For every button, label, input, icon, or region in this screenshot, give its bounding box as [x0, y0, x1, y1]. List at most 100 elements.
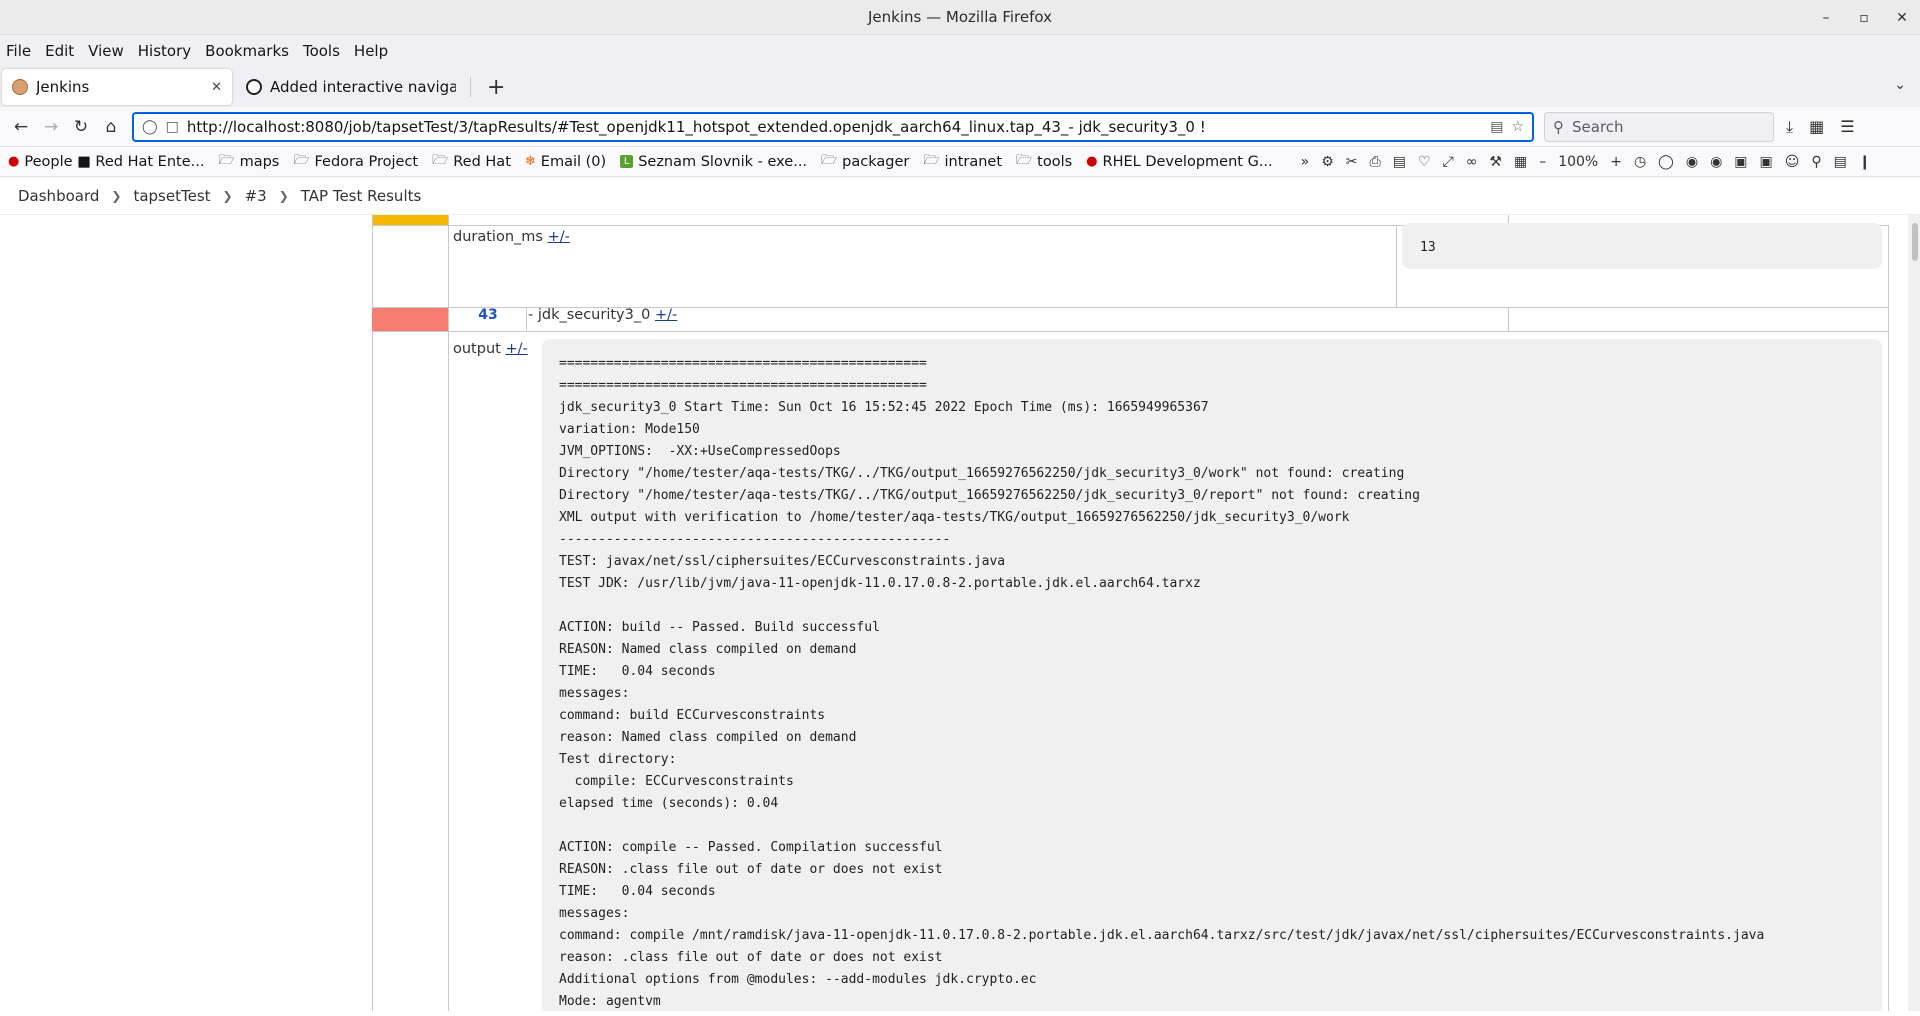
more-bookmarks-chevron-icon[interactable]: » [1301, 154, 1310, 170]
bookmark-redhat[interactable]: 🗁 Red Hat [432, 151, 511, 173]
output-line: TIME: 0.04 seconds [559, 884, 716, 899]
search-bar[interactable]: ⚲ Search [1544, 111, 1774, 142]
library-icon[interactable]: ❙ [1859, 154, 1871, 170]
zoom-level[interactable]: 100% [1558, 154, 1598, 170]
duration-toggle[interactable]: +/- [548, 229, 570, 245]
minimize-icon[interactable]: – [1818, 10, 1834, 26]
ublock-icon[interactable]: ◯ [1658, 154, 1674, 170]
fullscreen-icon[interactable]: ⤢ [1443, 154, 1454, 170]
shield-icon[interactable]: ◯ [142, 119, 158, 135]
bookmark-star-icon[interactable]: ☆ [1511, 119, 1524, 135]
status-warn-bar [372, 215, 448, 225]
col-divider [1888, 225, 1889, 1011]
output-line: jdk_security3_0 Start Time: Sun Oct 16 1… [559, 400, 1209, 415]
test-number[interactable]: 43 [450, 307, 526, 323]
list-all-tabs-icon[interactable]: ⌄ [1894, 77, 1906, 93]
bookmark-email[interactable]: ❄ Email (0) [525, 154, 606, 170]
sidebar-icon[interactable]: ▤ [1393, 154, 1406, 170]
col-divider [372, 215, 373, 1011]
bookmarks-toolbar: ● People ■ Red Hat Ente... 🗁 maps 🗁 Fedora … [0, 147, 1920, 177]
test-toggle[interactable]: +/- [655, 307, 677, 323]
bookmark-packager[interactable]: 🗁 packager [821, 151, 909, 173]
reader-view-icon[interactable]: ▤ [1490, 119, 1503, 135]
maximize-icon[interactable]: ▫ [1856, 10, 1872, 26]
test-name-label: - jdk_security3_0 +/- [528, 307, 678, 323]
url-bar[interactable]: ◯ □ http://localhost:8080/job/tapsetTest… [132, 111, 1534, 142]
menu-tools[interactable]: Tools [303, 42, 340, 60]
cookie-icon[interactable]: ▣ [1760, 154, 1773, 170]
menu-view[interactable]: View [88, 42, 124, 60]
new-tab-plus-icon[interactable]: + [475, 75, 517, 100]
zoom-in-icon[interactable]: + [1610, 154, 1622, 170]
row-divider [372, 331, 1888, 332]
reload-icon[interactable]: ↻ [66, 117, 96, 137]
tab-label: Added interactive navigati [270, 78, 456, 96]
menu-file[interactable]: File [6, 42, 31, 60]
url-text[interactable]: http://localhost:8080/job/tapsetTest/3/t… [187, 118, 1482, 136]
search-placeholder: Search [1572, 117, 1624, 136]
menu-history[interactable]: History [138, 42, 191, 60]
page-scrollbar[interactable] [1908, 215, 1920, 1011]
breadcrumb-build[interactable]: #3 [245, 187, 267, 205]
window-titlebar: Jenkins — Mozilla Firefox – ▫ ✕ [0, 0, 1920, 35]
print-icon[interactable]: ⎙ [1370, 154, 1381, 170]
history-icon[interactable]: ◷ [1634, 154, 1646, 170]
output-line: ACTION: build -- Passed. Build successfu… [559, 620, 880, 635]
chevron-right-icon: ❯ [111, 188, 122, 203]
menu-help[interactable]: Help [354, 42, 388, 60]
col-divider [1396, 225, 1397, 307]
output-line: command: build ECCurvesconstraints [559, 708, 826, 723]
tab-divider [470, 77, 471, 97]
save-icon[interactable]: ▣ [1734, 154, 1747, 170]
home-icon[interactable]: ⌂ [96, 117, 126, 137]
window-controls: – ▫ ✕ [1818, 0, 1910, 35]
close-window-icon[interactable]: ✕ [1894, 10, 1910, 26]
chevron-right-icon: ❯ [278, 188, 289, 203]
breadcrumb-dashboard[interactable]: Dashboard [18, 187, 99, 205]
downloads-icon[interactable]: ⤓ [1786, 117, 1793, 137]
find-icon[interactable]: ⚲ [1811, 154, 1821, 170]
account-icon[interactable]: ☺ [1785, 154, 1800, 170]
output-line: reason: Named class compiled on demand [559, 730, 857, 745]
menu-bookmarks[interactable]: Bookmarks [205, 42, 289, 60]
output-line: ACTION: compile -- Passed. Compilation s… [559, 840, 943, 855]
bookmark-rhel[interactable]: ● RHEL Development G... [1086, 154, 1272, 170]
output-text-box[interactable]: ========================================… [542, 339, 1882, 1011]
output-line: Directory "/home/tester/aqa-tests/TKG/..… [559, 488, 1420, 503]
tab-github[interactable]: Added interactive navigati [236, 69, 466, 105]
bookmark-maps[interactable]: 🗁 maps [218, 151, 279, 173]
puzzle-icon[interactable]: ⚙ [1321, 154, 1334, 170]
private-icon[interactable]: ∞ [1466, 154, 1478, 170]
wrench-icon[interactable]: ⚒ [1489, 154, 1502, 170]
output-line: Additional options from @modules: --add-… [559, 972, 1037, 987]
output-toggle[interactable]: +/- [505, 341, 527, 357]
bookmark-fedora[interactable]: 🗁 Fedora Project [293, 151, 418, 173]
hamburger-menu-icon[interactable]: ☰ [1840, 117, 1854, 137]
zoom-out-icon[interactable]: – [1539, 154, 1546, 170]
bookmark-intranet[interactable]: 🗁 intranet [923, 151, 1002, 173]
forward-arrow-icon[interactable]: → [36, 117, 66, 137]
reader-icon[interactable]: ▤ [1834, 154, 1847, 170]
scrollbar-thumb[interactable] [1912, 223, 1918, 261]
extension-3-icon[interactable]: ◉ [1710, 154, 1722, 170]
screenshot-icon[interactable]: ✂ [1346, 154, 1358, 170]
extension-2-icon[interactable]: ◉ [1686, 154, 1698, 170]
bookmark-seznam[interactable]: L Seznam Slovnik - exe... [620, 154, 807, 170]
tab-jenkins[interactable]: Jenkins ✕ [2, 69, 232, 105]
page-icon[interactable]: □ [166, 119, 179, 135]
breadcrumb-tap-results[interactable]: TAP Test Results [301, 187, 422, 205]
addon-icon[interactable]: ▦ [1514, 154, 1527, 170]
back-arrow-icon[interactable]: ← [6, 117, 36, 137]
output-line: ----------------------------------------… [559, 532, 951, 547]
close-tab-icon[interactable]: ✕ [211, 80, 222, 95]
redhat-icon: ● [8, 154, 20, 169]
extension-icon[interactable]: ▦ [1809, 117, 1824, 137]
pocket-icon[interactable]: ♡ [1418, 154, 1431, 170]
tab-strip: Jenkins ✕ Added interactive navigati + ⌄ [0, 67, 1920, 107]
bookmark-people[interactable]: ● People ■ Red Hat Ente... [8, 154, 204, 170]
bookmark-tools[interactable]: 🗁 tools [1016, 151, 1072, 173]
menu-edit[interactable]: Edit [45, 42, 74, 60]
output-line: messages: [559, 686, 630, 701]
breadcrumb-job[interactable]: tapsetTest [133, 187, 210, 205]
